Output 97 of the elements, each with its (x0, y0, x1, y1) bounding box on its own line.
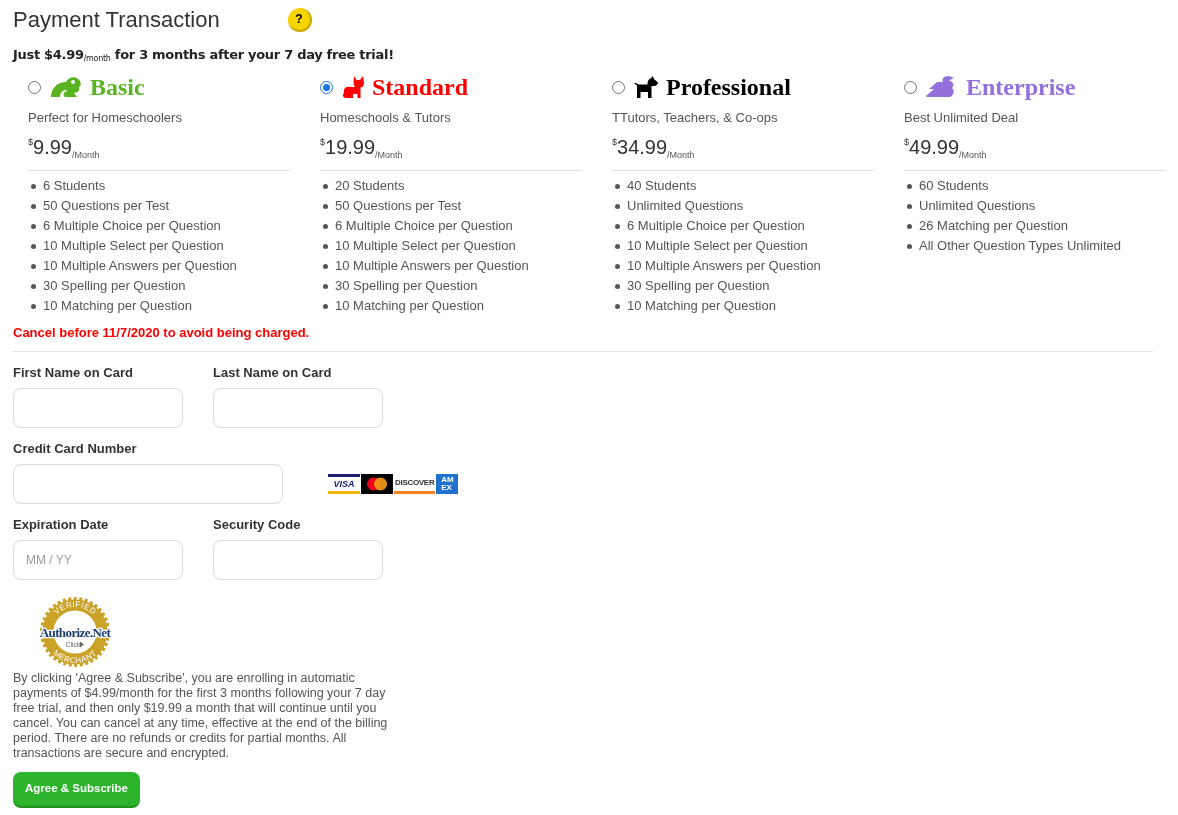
page-title: Payment Transaction (13, 6, 221, 34)
bullet-icon (323, 263, 328, 269)
field-label: Credit Card Number (13, 440, 137, 458)
bullet-icon (323, 203, 328, 209)
plan-radio[interactable] (904, 80, 917, 94)
feature-text: Unlimited Questions (627, 197, 744, 215)
bullet-icon (615, 303, 620, 309)
disclaimer-text: By clicking 'Agree & Subscribe', you are enrolling in automatic payments of $4.99/month for the first 3 months following your 7 day free trial, and then only $19.99 a month that will continue until you cancel. You can cancel at any time, effective at the end of the billing period. There are no refunds or credits for partial months. All transactions are secure and encrypted. (13, 671, 389, 761)
price-amount: 49.99 (909, 135, 960, 159)
price-currency: $ (904, 137, 909, 147)
price-amount: 9.99 (33, 135, 72, 159)
feature-text: 40 Students (627, 177, 697, 195)
bullet-icon (323, 283, 328, 289)
card-number-input[interactable] (13, 464, 283, 504)
price-amount: 19.99 (325, 135, 376, 159)
feature-text: 6 Students (43, 177, 106, 195)
feature-text: 6 Multiple Choice per Question (627, 217, 805, 235)
seal-text: VERIFIED (52, 599, 98, 617)
bullet-icon (31, 203, 36, 209)
plan-radio[interactable] (28, 80, 41, 94)
bullet-icon (907, 243, 912, 249)
bullet-icon (907, 203, 912, 209)
feature-text: 10 Multiple Select per Question (335, 237, 516, 255)
feature-text: 60 Students (919, 177, 989, 195)
bullet-icon (31, 223, 36, 229)
help-button[interactable]: ? (288, 8, 312, 32)
plan-radio[interactable] (612, 80, 625, 94)
feature-text: 10 Multiple Answers per Question (627, 257, 821, 275)
bullet-icon (615, 263, 620, 269)
plan-title: Standard (372, 74, 469, 100)
feature-text: Unlimited Questions (919, 197, 1036, 215)
dog-icon (633, 75, 659, 99)
bullet-icon (907, 223, 912, 229)
plan-title: Professional (666, 74, 791, 100)
plan-description: TTutors, Teachers, & Co-ops (612, 109, 778, 127)
feature-text: 30 Spelling per Question (335, 277, 478, 295)
price-period: /Month (959, 150, 987, 160)
price-period: /Month (71, 150, 100, 160)
bullet-icon (323, 243, 328, 249)
feature-text: All Other Question Types Unlimited (919, 237, 1122, 255)
feature-text: 10 Matching per Question (43, 297, 192, 315)
security-code-input[interactable] (213, 540, 383, 580)
bullet-icon (31, 303, 36, 309)
price-currency: $ (28, 137, 33, 147)
last-name-input[interactable] (213, 388, 383, 428)
feature-text: 6 Multiple Choice per Question (335, 217, 513, 235)
feature-text: 26 Matching per Question (919, 217, 1068, 235)
feature-text: 30 Spelling per Question (627, 277, 770, 295)
field-label: Expiration Date (13, 516, 109, 534)
plan-description: Best Unlimited Deal (904, 109, 1019, 127)
feature-text: 10 Multiple Select per Question (627, 237, 808, 255)
plan-title: Enterprise (966, 74, 1076, 100)
feature-text: 10 Multiple Answers per Question (335, 257, 529, 275)
price-period: /Month (667, 150, 695, 160)
bullet-icon (31, 183, 36, 189)
bullet-icon (615, 183, 620, 189)
bullet-icon (615, 203, 620, 209)
card-brand-logo (361, 474, 393, 494)
bullet-icon (615, 283, 620, 289)
feature-text: 30 Spelling per Question (43, 277, 186, 295)
promo-text: Just $4.99$_{/month}$ for 3 months after your 7 day free trial! (13, 46, 394, 64)
feature-text: 10 Multiple Answers per Question (43, 257, 237, 275)
play-triangle-icon (80, 641, 84, 648)
bullet-icon (31, 283, 36, 289)
bullet-icon (615, 223, 620, 229)
bullet-icon (907, 183, 912, 189)
field-label: First Name on Card (13, 364, 133, 382)
bullet-icon (323, 183, 328, 189)
bullet-icon (31, 243, 36, 249)
price-period: /Month (375, 150, 403, 160)
feature-text: 20 Students (335, 177, 405, 195)
first-name-input[interactable] (13, 388, 183, 428)
plan-radio[interactable] (320, 80, 333, 94)
feature-text: 6 Multiple Choice per Question (43, 217, 221, 235)
feature-text: 10 Matching per Question (335, 297, 484, 315)
field-label: Security Code (213, 516, 301, 534)
feature-text: 50 Questions per Test (335, 197, 462, 215)
expiration-input[interactable]: MM / YY (13, 540, 183, 580)
plan-description: Perfect for Homeschoolers (28, 109, 182, 127)
price-currency: $ (612, 137, 617, 147)
bullet-icon (31, 263, 36, 269)
cat-icon (341, 75, 365, 99)
bullet-icon (323, 303, 328, 309)
card-brand-logo: VISA (328, 474, 360, 494)
cancel-notice: Cancel before 11/7/2020 to avoid being charged. (13, 324, 310, 342)
feature-text: 50 Questions per Test (43, 197, 170, 215)
feature-text: 10 Matching per Question (627, 297, 776, 315)
bullet-icon (615, 243, 620, 249)
feature-text: 10 Multiple Select per Question (43, 237, 224, 255)
bullet-icon (323, 223, 328, 229)
card-brand-logo: AM EX (436, 474, 459, 494)
frog-icon (49, 75, 83, 99)
plan-description: Homeschools & Tutors (320, 109, 451, 127)
field-label: Last Name on Card (213, 364, 332, 382)
plan-title: Basic (90, 74, 145, 100)
price-currency: $ (320, 137, 325, 147)
price-amount: 34.99 (617, 135, 668, 159)
